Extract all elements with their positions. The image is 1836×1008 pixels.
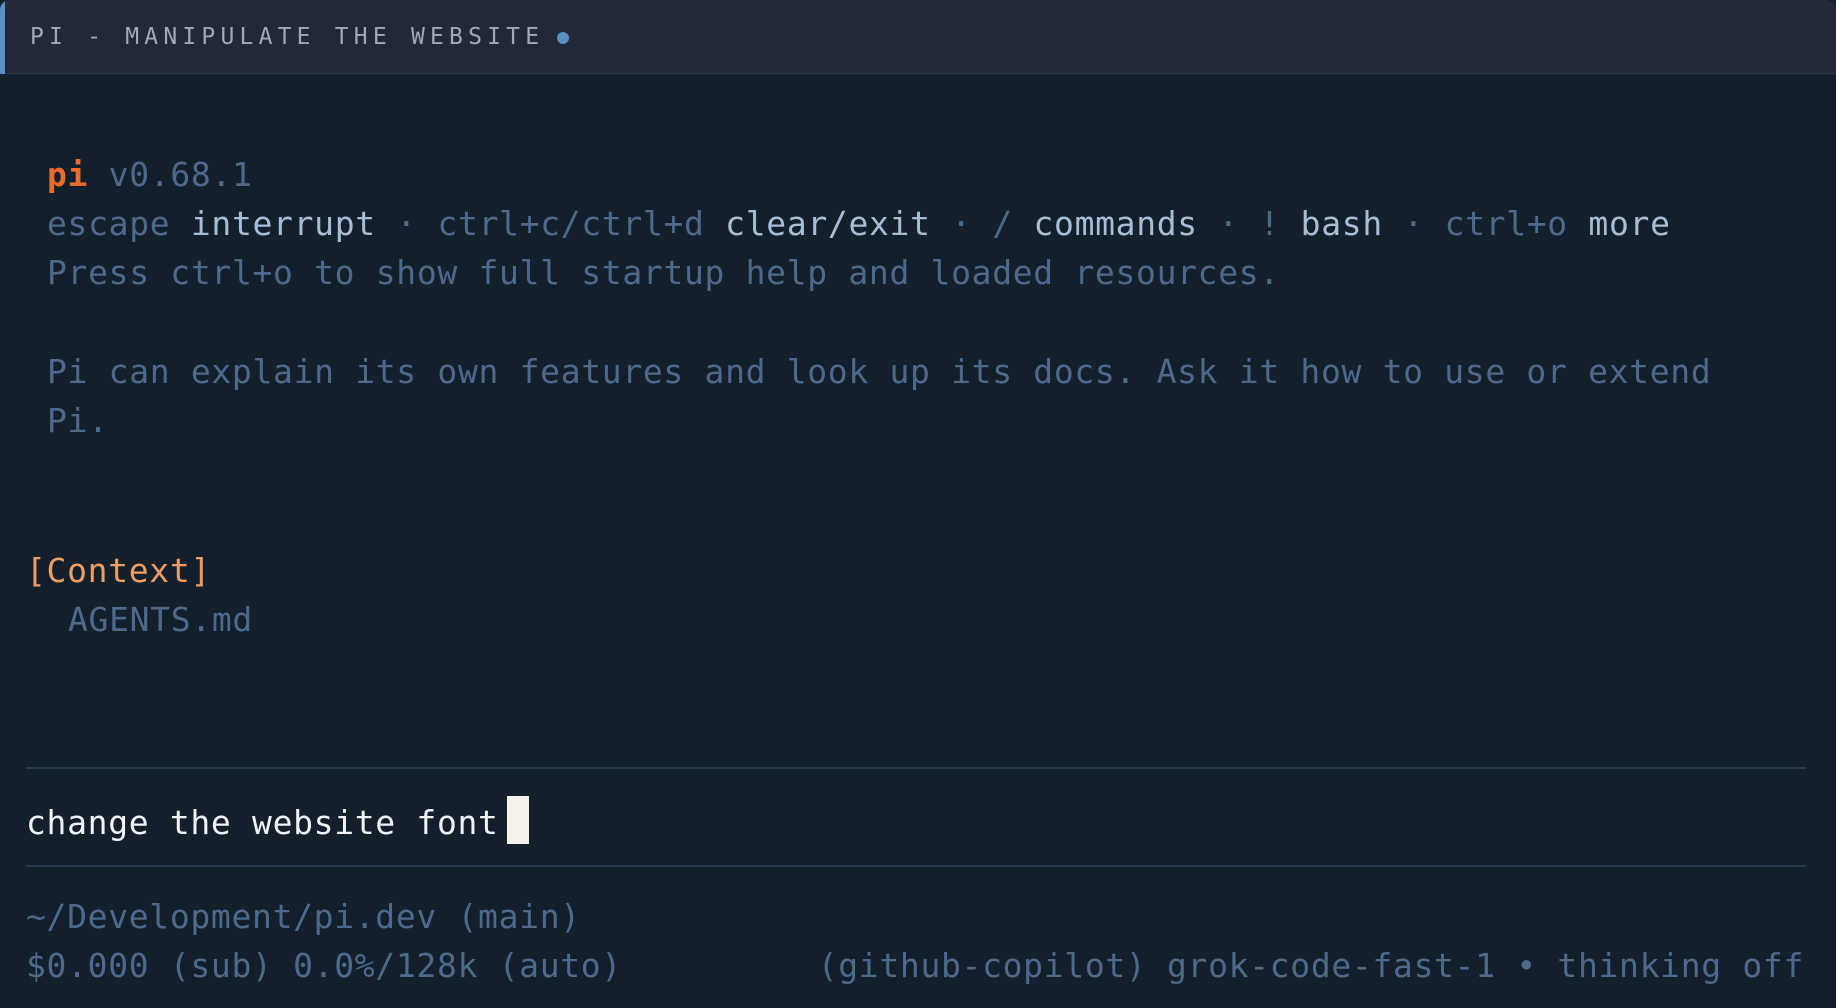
version-line: pi v0.68.1 — [47, 153, 253, 197]
shortcut-separator: · — [1403, 204, 1424, 243]
input-bottom-divider — [26, 865, 1806, 867]
window-title: PI - MANIPULATE THE WEBSITE — [30, 24, 545, 50]
prompt-input[interactable]: change the website font — [26, 796, 529, 845]
footer-usage: $0.000 (sub) 0.0%/128k (auto) — [26, 946, 622, 985]
shortcut-key-clear: ctrl+c/ctrl+d — [437, 204, 705, 243]
context-label: [Context] — [26, 551, 211, 590]
app-version: v0.68.1 — [108, 155, 253, 194]
footer-path: ~/Development/pi.dev (main) — [26, 897, 581, 936]
shortcut-key-ctrl-o: ctrl+o — [1444, 204, 1568, 243]
footer-model: (github-copilot) grok-code-fast-1 • thin… — [817, 946, 1804, 985]
shortcut-separator: · — [951, 204, 972, 243]
terminal-window: PI - MANIPULATE THE WEBSITE pi v0.68.1 e… — [0, 0, 1836, 1008]
shortcut-key-escape: escape — [47, 204, 171, 243]
shortcut-action-commands: commands — [1033, 204, 1198, 243]
shortcut-action-more: more — [1588, 204, 1671, 243]
shortcut-separator: · — [1218, 204, 1239, 243]
shortcut-key-bang: ! — [1259, 204, 1281, 243]
intro-line-2: Pi. — [47, 401, 109, 440]
shortcut-separator: · — [396, 204, 417, 243]
shortcut-action-interrupt: interrupt — [190, 204, 376, 243]
shortcut-line: escape interrupt · ctrl+c/ctrl+d clear/e… — [47, 202, 1671, 246]
shortcut-key-slash: / — [992, 204, 1013, 243]
shortcut-action-bash: bash — [1300, 204, 1383, 243]
context-file: AGENTS.md — [68, 600, 253, 639]
text-cursor — [506, 796, 529, 844]
shortcut-action-clear-exit: clear/exit — [725, 204, 931, 243]
app-name: pi — [47, 155, 89, 194]
input-top-divider — [26, 767, 1806, 769]
prompt-input-text: change the website font — [26, 803, 499, 842]
intro-line-1: Pi can explain its own features and look… — [47, 352, 1712, 391]
active-tab-indicator — [0, 0, 5, 74]
title-bar: PI - MANIPULATE THE WEBSITE — [0, 0, 1836, 74]
help-text: Press ctrl+o to show full startup help a… — [47, 253, 1280, 292]
unsaved-dot-icon — [557, 32, 569, 44]
